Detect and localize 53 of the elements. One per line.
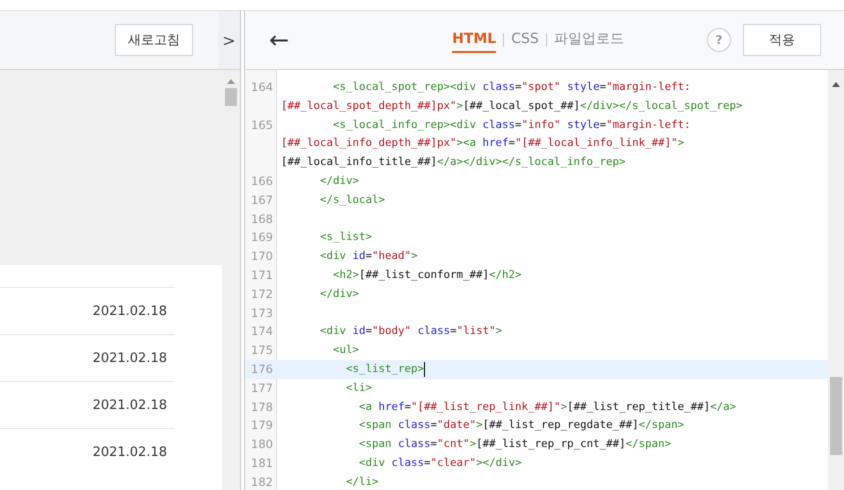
apply-button[interactable]: 적용 <box>743 24 821 56</box>
list-date: 2021.02.18 <box>92 304 167 318</box>
line-number: 179 <box>251 418 273 432</box>
scrollbar-thumb[interactable] <box>830 377 842 455</box>
code-line: </li> <box>345 474 379 490</box>
code-line: <a href="[##_list_rep_link_##]">[##_list_rep_title_##]</a> <box>358 398 736 415</box>
line-number: 177 <box>251 380 273 395</box>
code-line: [##_local_info_depth_##]px"><a href="[##_local_info_link_##]"> <box>281 135 684 152</box>
scroll-up-icon[interactable] <box>832 82 840 87</box>
line-number: 178 <box>251 400 273 414</box>
scrollbar-thumb[interactable] <box>225 88 237 106</box>
line-number: 181 <box>251 456 273 470</box>
line-number: 171 <box>251 268 273 282</box>
tab[interactable]: HTML <box>452 27 496 53</box>
code-line: <s_local_spot_rep><div class="spot" style="margin-left: <box>332 79 691 95</box>
code-line: <div class="clear"></div> <box>358 454 522 471</box>
line-number: 182 <box>251 474 273 489</box>
code-line: </div> <box>319 172 360 189</box>
list-date: 2021.02.18 <box>92 398 167 412</box>
list-date: 2021.02.18 <box>92 444 167 460</box>
code-line: </s_local> <box>319 192 386 208</box>
code-line: <ul> <box>332 342 360 358</box>
line-number: 175 <box>251 343 273 358</box>
code-line: <div id="body" class="list"> <box>319 323 502 340</box>
code-line: <li> <box>345 380 372 396</box>
code-line: <s_list> <box>319 229 372 246</box>
line-number: 169 <box>251 230 273 244</box>
line-number: 168 <box>251 212 273 226</box>
code-line: <h2>[##_list_conform_##]</h2> <box>332 266 522 283</box>
list-date: 2021.02.18 <box>92 350 167 366</box>
line-number: 176 <box>251 362 273 376</box>
line-number: 167 <box>251 192 273 207</box>
line-number: 170 <box>251 249 273 264</box>
line-number: 172 <box>251 286 273 301</box>
line-number: 173 <box>251 306 273 320</box>
line-number: 164 <box>251 80 273 94</box>
code-line: <span class="date">[##_list_rep_regdate_##]</span> <box>358 417 684 434</box>
code-line: <s_local_info_rep><div class="info" style="margin-left: <box>332 116 691 133</box>
refresh-button[interactable]: 새로고침 <box>115 24 193 56</box>
line-number: 165 <box>251 118 273 132</box>
code-line: </div> <box>319 286 360 302</box>
text-cursor <box>424 362 426 377</box>
code-line: [##_local_spot_depth_##]px">[##_local_spot_##]</div></s_local_spot_rep> <box>281 98 743 114</box>
code-line: [##_local_info_title_##]</a></div></s_local_info_rep> <box>281 154 626 170</box>
code-line: <span class="cnt">[##_list_rep_rp_cnt_##]</span> <box>358 436 672 452</box>
line-number: 166 <box>251 174 273 188</box>
collapse-toggle[interactable]: > <box>218 11 240 69</box>
line-number: 180 <box>251 437 273 452</box>
line-number: 174 <box>251 324 273 338</box>
code-line: <s_list_rep> <box>345 360 424 377</box>
back-button[interactable]: ← <box>265 26 294 54</box>
code-line: <div id="head"> <box>319 248 418 264</box>
scrollbar[interactable] <box>828 70 844 490</box>
